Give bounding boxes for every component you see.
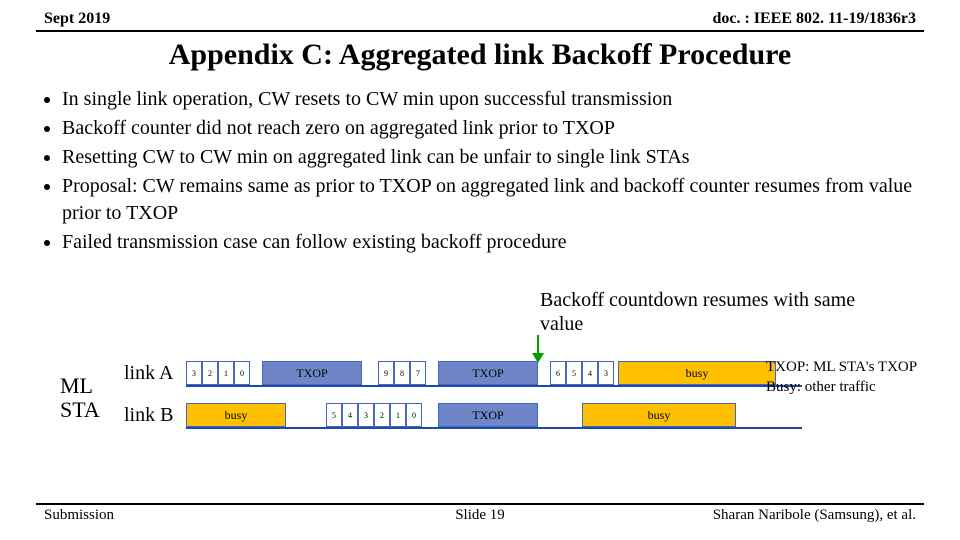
bullet-item: Backoff counter did not reach zero on ag… (62, 115, 924, 142)
slot: 3 (186, 361, 202, 385)
slot: 8 (394, 361, 410, 385)
ml-sta-label: ML STA (60, 374, 100, 422)
txop-block: TXOP (438, 403, 538, 427)
header-rule (36, 30, 924, 32)
callout-text: Backoff countdown resumes with same valu… (540, 288, 880, 336)
page-title: Appendix C: Aggregated link Backoff Proc… (36, 38, 924, 72)
slot: 5 (326, 403, 342, 427)
slot: 7 (410, 361, 426, 385)
txop-block: TXOP (438, 361, 538, 385)
slot: 0 (406, 403, 422, 427)
bullet-item: Proposal: CW remains same as prior to TX… (62, 173, 924, 227)
bullet-item: Failed transmission case can follow exis… (62, 229, 924, 256)
slot: 3 (358, 403, 374, 427)
slot: 4 (582, 361, 598, 385)
slot: 0 (234, 361, 250, 385)
legend: TXOP: ML STA's TXOP Busy: other traffic (766, 358, 956, 397)
legend-line: Busy: other traffic (766, 378, 956, 398)
slot: 2 (374, 403, 390, 427)
lane-a: link A 3 2 1 0 TXOP 9 8 7 TXOP 6 5 4 3 b… (124, 358, 804, 388)
busy-block: busy (582, 403, 736, 427)
lane-b: link B busy 5 4 3 2 1 0 TXOP busy (124, 400, 804, 430)
slot: 1 (218, 361, 234, 385)
slot: 1 (390, 403, 406, 427)
bullet-list: In single link operation, CW resets to C… (36, 86, 924, 256)
footer: Slide 19 Submission Sharan Naribole (Sam… (36, 503, 924, 524)
bullet-item: In single link operation, CW resets to C… (62, 86, 924, 113)
slot: 6 (550, 361, 566, 385)
busy-block: busy (186, 403, 286, 427)
txop-block: TXOP (262, 361, 362, 385)
bullet-item: Resetting CW to CW min on aggregated lin… (62, 144, 924, 171)
slot: 9 (378, 361, 394, 385)
header-doc: doc. : IEEE 802. 11-19/1836r3 (712, 10, 916, 28)
legend-line: TXOP: ML STA's TXOP (766, 358, 956, 378)
slot: 2 (202, 361, 218, 385)
busy-block: busy (618, 361, 776, 385)
lane-b-label: link B (124, 404, 173, 427)
slide-number: Slide 19 (36, 507, 924, 524)
slot: 3 (598, 361, 614, 385)
lane-a-label: link A (124, 362, 173, 385)
header-date: Sept 2019 (44, 10, 110, 28)
slot: 5 (566, 361, 582, 385)
footer-rule (36, 503, 924, 505)
slot: 4 (342, 403, 358, 427)
